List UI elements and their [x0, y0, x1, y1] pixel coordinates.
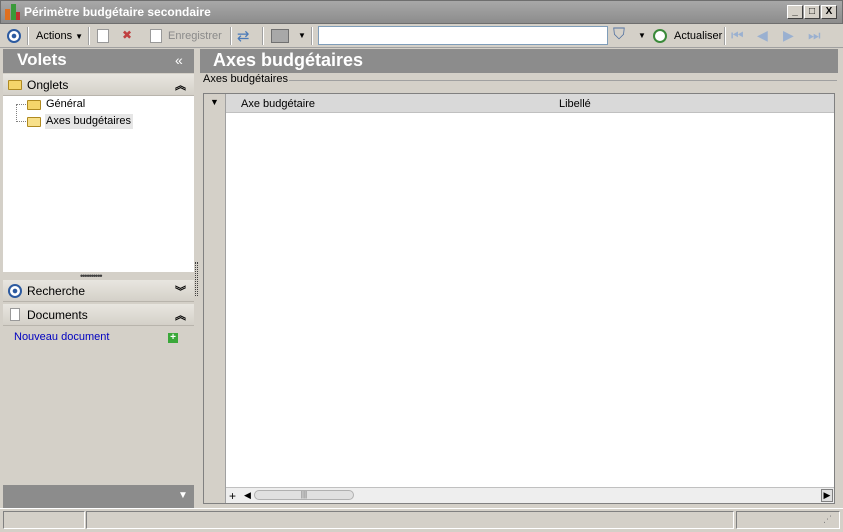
actions-menu[interactable]: Actions ▼ — [36, 27, 83, 45]
group-box-line — [289, 80, 837, 81]
nav-circle-icon[interactable] — [7, 29, 21, 43]
grid-menu-icon[interactable]: ▼ — [210, 97, 219, 107]
refresh-icon[interactable] — [653, 29, 667, 43]
window-title: Périmètre budgétaire secondaire — [24, 5, 211, 19]
app-logo-icon — [5, 4, 21, 20]
tree-connector — [16, 104, 26, 105]
folder-icon — [27, 100, 41, 110]
save-icon[interactable] — [150, 29, 162, 43]
chevron-up-icon[interactable]: ︽ — [175, 77, 186, 93]
sync-icon[interactable]: ⇄ — [237, 27, 250, 45]
print-icon[interactable] — [271, 29, 289, 43]
volets-title: Volets — [17, 50, 67, 69]
print-dropdown-icon[interactable]: ▼ — [298, 31, 306, 40]
onglets-section-header[interactable]: Onglets ︽ — [3, 74, 194, 96]
content-header: Axes budgétaires — [200, 49, 838, 73]
chevron-down-icon[interactable]: ︾ — [175, 283, 186, 299]
toolbar-separator — [27, 27, 29, 45]
first-record-icon[interactable]: ⏮ — [731, 27, 744, 44]
resize-grip-icon[interactable]: ⋰ — [823, 514, 832, 525]
toolbar-separator — [262, 27, 264, 45]
recherche-section-header[interactable]: Recherche ︾ — [3, 280, 194, 302]
column-header-axe-budgetaire[interactable]: Axe budgétaire — [241, 98, 315, 110]
pane-splitter-grip[interactable] — [195, 262, 198, 296]
document-icon — [10, 308, 20, 321]
collapse-pane-icon[interactable]: « — [175, 52, 183, 68]
status-panel — [86, 511, 734, 529]
add-row-icon[interactable]: + — [229, 489, 236, 503]
close-button[interactable]: X — [821, 5, 837, 19]
onglets-label: Onglets — [27, 78, 69, 92]
scroll-left-icon[interactable]: ◀ — [244, 490, 251, 501]
tree-connector — [16, 104, 17, 122]
minimize-button[interactable]: _ — [787, 5, 803, 19]
open-folder-icon — [27, 117, 41, 127]
toolbar-separator — [88, 27, 90, 45]
row-selector-column — [204, 94, 226, 503]
left-pane-footer: ▼ — [3, 485, 194, 508]
toolbar-separator — [311, 27, 313, 45]
tree-connector — [16, 121, 26, 122]
refresh-button[interactable]: Actualiser — [674, 27, 722, 45]
maximize-button[interactable]: □ — [804, 5, 820, 19]
page-title: Axes budgétaires — [213, 50, 364, 70]
status-panel — [3, 511, 85, 529]
previous-record-icon[interactable]: ◀ — [757, 27, 768, 44]
recherche-label: Recherche — [27, 284, 86, 298]
scroll-thumb[interactable]: ||| — [254, 490, 354, 500]
grid-header — [226, 94, 834, 113]
add-document-icon[interactable]: + — [168, 333, 178, 343]
toolbar-separator — [230, 27, 232, 45]
data-grid[interactable] — [203, 93, 835, 504]
chevron-down-icon: ▼ — [75, 32, 84, 41]
last-record-icon[interactable]: ⏭ — [808, 27, 821, 44]
column-header-libelle[interactable]: Libellé — [559, 98, 591, 110]
actions-label: Actions — [36, 30, 73, 42]
filter-icon[interactable]: ⛉ — [613, 26, 625, 44]
scroll-right-icon[interactable]: ▶ — [821, 489, 833, 502]
next-record-icon[interactable]: ▶ — [783, 27, 794, 44]
chevron-down-icon[interactable]: ▼ — [178, 490, 188, 501]
group-box-label: Axes budgétaires — [203, 73, 288, 85]
tree-item-general[interactable]: Général — [46, 98, 85, 110]
search-circle-icon — [8, 284, 22, 298]
new-record-icon[interactable] — [97, 29, 109, 43]
tree-item-axes-budgetaires[interactable]: Axes budgétaires — [46, 115, 131, 127]
chevron-up-icon[interactable]: ︽ — [175, 307, 186, 323]
save-button[interactable]: Enregistrer — [168, 27, 222, 45]
filter-dropdown-icon[interactable]: ▼ — [638, 31, 646, 40]
new-document-link[interactable]: Nouveau document — [14, 331, 109, 343]
search-input[interactable] — [318, 26, 608, 45]
volets-header: Volets « — [3, 49, 194, 73]
delete-icon[interactable]: ✖ — [122, 28, 132, 42]
documents-section-header[interactable]: Documents ︽ — [3, 304, 194, 326]
toolbar-separator — [724, 27, 726, 45]
documents-label: Documents — [27, 308, 88, 322]
folder-icon — [8, 80, 22, 90]
